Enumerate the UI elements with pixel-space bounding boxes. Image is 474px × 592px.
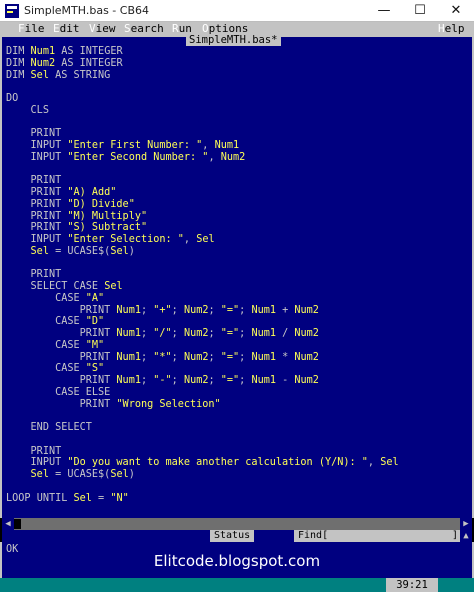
- code-line[interactable]: CLS: [6, 105, 49, 116]
- scroll-thumb[interactable]: [14, 519, 21, 529]
- menu-edit[interactable]: Edit: [53, 22, 80, 35]
- close-icon: ✕: [450, 3, 462, 18]
- scroll-right-arrow-icon[interactable]: ▶: [460, 518, 472, 530]
- code-line[interactable]: PRINT: [6, 446, 62, 457]
- watermark: Elitcode.blogspot.com: [153, 552, 321, 570]
- find-close-bracket: ]: [451, 530, 458, 541]
- code-line[interactable]: CASE ELSE: [6, 387, 110, 398]
- code-line[interactable]: DIM Sel AS STRING: [6, 70, 110, 81]
- code-line[interactable]: PRINT "A) Add": [6, 187, 117, 198]
- code-line[interactable]: PRINT: [6, 269, 62, 280]
- code-line[interactable]: PRINT Num1; "-"; Num2; "="; Num1 - Num2: [6, 375, 319, 386]
- code-line[interactable]: DIM Num2 AS INTEGER: [6, 58, 123, 69]
- code-line[interactable]: PRINT Num1; "*"; Num2; "="; Num1 * Num2: [6, 352, 319, 363]
- code-line[interactable]: END SELECT: [6, 422, 92, 433]
- window-title-bar: SimpleMTH.bas - CB64 — ☐ ✕: [0, 0, 474, 22]
- window-title: SimpleMTH.bas - CB64: [24, 4, 149, 17]
- code-line[interactable]: PRINT Num1; "+"; Num2; "="; Num1 + Num2: [6, 305, 319, 316]
- code-line[interactable]: Sel = UCASE$(Sel): [6, 469, 135, 480]
- maximize-icon: ☐: [414, 3, 426, 18]
- file-tab: SimpleMTH.bas*: [186, 34, 281, 46]
- cursor-position: 39:21: [386, 578, 438, 592]
- maximize-button[interactable]: ☐: [402, 0, 438, 21]
- code-line[interactable]: PRINT "S) Subtract": [6, 222, 148, 233]
- minimize-button[interactable]: —: [366, 0, 402, 21]
- code-line[interactable]: PRINT: [6, 128, 62, 139]
- code-line[interactable]: CASE "A": [6, 293, 104, 304]
- scroll-left-arrow-icon[interactable]: ◀: [2, 518, 14, 530]
- code-line[interactable]: DO: [6, 93, 18, 104]
- horizontal-scrollbar[interactable]: ◀ ▶: [2, 518, 472, 530]
- code-line[interactable]: INPUT "Enter Selection: ", Sel: [6, 234, 215, 245]
- code-line[interactable]: PRINT: [6, 175, 62, 186]
- find-box[interactable]: Find[ ] ▲: [294, 530, 472, 542]
- app-icon: [5, 4, 19, 18]
- code-line[interactable]: INPUT "Enter First Number: ", Num1: [6, 140, 240, 151]
- code-line[interactable]: CASE "D": [6, 316, 104, 327]
- close-button[interactable]: ✕: [438, 0, 474, 21]
- code-line[interactable]: PRINT "Wrong Selection": [6, 399, 221, 410]
- minimize-icon: —: [377, 3, 391, 18]
- code-line[interactable]: Sel = UCASE$(Sel): [6, 246, 135, 257]
- code-line[interactable]: CASE "S": [6, 363, 104, 374]
- find-label: Find[: [298, 530, 329, 541]
- code-line[interactable]: LOOP UNTIL Sel = "N": [6, 493, 129, 504]
- menu-file[interactable]: File: [18, 22, 45, 35]
- code-line[interactable]: CASE "M": [6, 340, 104, 351]
- code-text[interactable]: DIM Num1 AS INTEGER DIM Num2 AS INTEGER …: [6, 46, 399, 504]
- code-line[interactable]: DIM Num1 AS INTEGER: [6, 46, 123, 57]
- menu-view[interactable]: View: [89, 22, 116, 35]
- code-line[interactable]: PRINT Num1; "/"; Num2; "="; Num1 / Num2: [6, 328, 319, 339]
- menu-help[interactable]: Help: [438, 22, 465, 35]
- code-line[interactable]: PRINT "M) Multiply": [6, 211, 148, 222]
- code-line[interactable]: INPUT "Enter Second Number: ", Num2: [6, 152, 246, 163]
- code-line[interactable]: INPUT "Do you want to make another calcu…: [6, 457, 399, 468]
- code-line[interactable]: PRINT "D) Divide": [6, 199, 135, 210]
- status-title: Status: [210, 530, 255, 542]
- menu-search[interactable]: Search: [124, 22, 164, 35]
- code-line[interactable]: SELECT CASE Sel: [6, 281, 123, 292]
- find-arrow-icon[interactable]: ▲: [460, 530, 472, 542]
